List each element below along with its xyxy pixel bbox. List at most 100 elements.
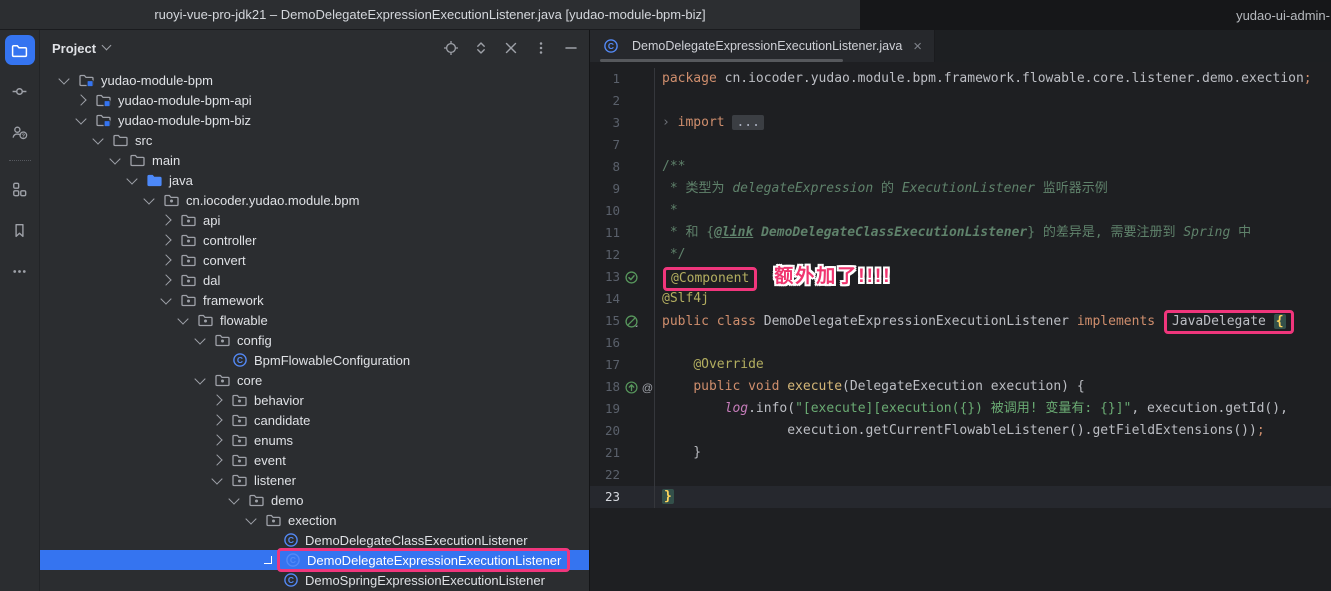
editor-area: C DemoDelegateExpressionExecutionListene… <box>590 30 1331 591</box>
tree-item[interactable]: flowable <box>40 310 589 330</box>
code-text[interactable] <box>654 90 1331 112</box>
code-text[interactable]: @Component额外加了!!!! <box>654 266 1331 288</box>
code-text[interactable]: public void execute(DelegateExecution ex… <box>654 376 1331 398</box>
tree-chevron-down-icon[interactable] <box>211 473 222 484</box>
tree-item[interactable]: src <box>40 130 589 150</box>
tree-item[interactable]: enums <box>40 430 589 450</box>
svg-text:?: ? <box>22 133 26 139</box>
more-tools-icon[interactable] <box>5 256 35 286</box>
tree-chevron-down-icon[interactable] <box>75 113 86 124</box>
tree-chevron-down-icon[interactable] <box>58 73 69 84</box>
tree-item[interactable]: convert <box>40 250 589 270</box>
tree-chevron-down-icon[interactable] <box>92 133 103 144</box>
tree-item[interactable]: CDemoDelegateClassExecutionListener <box>40 530 589 550</box>
structure-icon[interactable] <box>5 174 35 204</box>
tab-close-icon[interactable]: × <box>913 39 922 54</box>
collapse-icon[interactable] <box>503 40 519 56</box>
hide-icon[interactable] <box>563 40 579 56</box>
bookmarks-icon[interactable] <box>5 215 35 245</box>
code-text[interactable]: * <box>654 200 1331 222</box>
code-token <box>753 225 761 240</box>
tree-chevron-right-icon[interactable] <box>75 94 86 105</box>
options-icon[interactable] <box>533 40 549 56</box>
code-text[interactable]: log.info("[execute][execution({}) 被调用! 变… <box>654 398 1331 420</box>
line-number: 20 <box>590 420 620 442</box>
gutter <box>620 266 654 288</box>
code-text[interactable] <box>654 134 1331 156</box>
code-text[interactable]: /** <box>654 156 1331 178</box>
code-text[interactable] <box>654 464 1331 486</box>
tree-item[interactable]: yudao-module-bpm-api <box>40 90 589 110</box>
code-editor[interactable]: 1package cn.iocoder.yudao.module.bpm.fra… <box>590 62 1331 591</box>
expand-icon[interactable] <box>473 40 489 56</box>
tree-item[interactable]: core <box>40 370 589 390</box>
tree-item[interactable]: CDemoSpringExpressionExecutionListener <box>40 570 589 590</box>
chevron-down-icon <box>102 41 112 51</box>
tree-item[interactable]: controller <box>40 230 589 250</box>
tab-scrollbar-thumb[interactable] <box>600 59 843 62</box>
tree-item[interactable]: yudao-module-bpm <box>40 70 589 90</box>
tree-item[interactable]: yudao-module-bpm-biz <box>40 110 589 130</box>
code-text[interactable]: */ <box>654 244 1331 266</box>
tree-item[interactable]: CBpmFlowableConfiguration <box>40 350 589 370</box>
code-text[interactable]: package cn.iocoder.yudao.module.bpm.fram… <box>654 68 1331 90</box>
tree-item[interactable]: demo <box>40 490 589 510</box>
impl-gutter-icon[interactable] <box>624 380 639 395</box>
tree-chevron-down-icon[interactable] <box>143 193 154 204</box>
code-text[interactable]: * 类型为 delegateExpression 的 ExecutionList… <box>654 178 1331 200</box>
leaf-gutter-icon[interactable] <box>624 314 639 329</box>
tree-item[interactable]: java <box>40 170 589 190</box>
tree-item-label: api <box>203 213 220 228</box>
tree-item[interactable]: api <box>40 210 589 230</box>
tree-chevron-right-icon[interactable] <box>160 274 171 285</box>
tree-item[interactable]: exection <box>40 510 589 530</box>
editor-tab[interactable]: C DemoDelegateExpressionExecutionListene… <box>590 30 935 62</box>
tree-chevron-right-icon[interactable] <box>160 234 171 245</box>
tree-chevron-down-icon[interactable] <box>245 513 256 524</box>
tree-chevron-right-icon[interactable] <box>160 214 171 225</box>
tree-item[interactable]: CDemoDelegateExpressionExecutionListener <box>40 550 589 570</box>
tree-item[interactable]: config <box>40 330 589 350</box>
tree-chevron-right-icon[interactable] <box>211 434 222 445</box>
tree-chevron-down-icon[interactable] <box>177 313 188 324</box>
tree-item[interactable]: candidate <box>40 410 589 430</box>
tree-item[interactable]: listener <box>40 470 589 490</box>
tree-chevron-down-icon[interactable] <box>228 493 239 504</box>
tree-item[interactable]: behavior <box>40 390 589 410</box>
pull-requests-icon[interactable]: ? <box>5 117 35 147</box>
class-icon: C <box>282 572 299 588</box>
code-text[interactable]: public class DemoDelegateExpressionExecu… <box>654 310 1331 332</box>
locate-icon[interactable] <box>443 40 459 56</box>
code-text[interactable]: * 和 {@link DemoDelegateClassExecutionLis… <box>654 222 1331 244</box>
tree-item[interactable]: cn.iocoder.yudao.module.bpm <box>40 190 589 210</box>
project-folder-icon[interactable] <box>5 35 35 65</box>
tree-chevron-right-icon[interactable] <box>211 414 222 425</box>
code-text[interactable]: @Override <box>654 354 1331 376</box>
tree-chevron-right-icon[interactable] <box>211 454 222 465</box>
code-text[interactable]: } <box>654 486 1331 508</box>
tree-item[interactable]: framework <box>40 290 589 310</box>
tree-item[interactable]: event <box>40 450 589 470</box>
at-gutter-icon[interactable]: @ <box>640 380 655 395</box>
code-text[interactable]: › import ... <box>654 112 1331 134</box>
commit-icon[interactable] <box>5 76 35 106</box>
code-line: 9 * 类型为 delegateExpression 的 ExecutionLi… <box>590 178 1331 200</box>
window-title: ruoyi-vue-pro-jdk21 – DemoDelegateExpres… <box>0 0 860 30</box>
code-text[interactable]: execution.getCurrentFlowableListener().g… <box>654 420 1331 442</box>
project-dropdown[interactable]: Project <box>52 41 110 56</box>
tree-chevron-down-icon[interactable] <box>194 373 205 384</box>
tree-chevron-down-icon[interactable] <box>160 293 171 304</box>
line-number: 22 <box>590 464 620 486</box>
code-text[interactable]: } <box>654 442 1331 464</box>
package-icon <box>180 292 197 308</box>
tree-chevron-right-icon[interactable] <box>211 394 222 405</box>
code-text[interactable] <box>654 332 1331 354</box>
tree-chevron-down-icon[interactable] <box>109 153 120 164</box>
code-text[interactable]: @Slf4j <box>654 288 1331 310</box>
tree-chevron-down-icon[interactable] <box>126 173 137 184</box>
tree-item[interactable]: main <box>40 150 589 170</box>
tree-chevron-right-icon[interactable] <box>160 254 171 265</box>
bean-gutter-icon[interactable] <box>624 270 639 285</box>
tree-item[interactable]: dal <box>40 270 589 290</box>
tree-chevron-down-icon[interactable] <box>194 333 205 344</box>
